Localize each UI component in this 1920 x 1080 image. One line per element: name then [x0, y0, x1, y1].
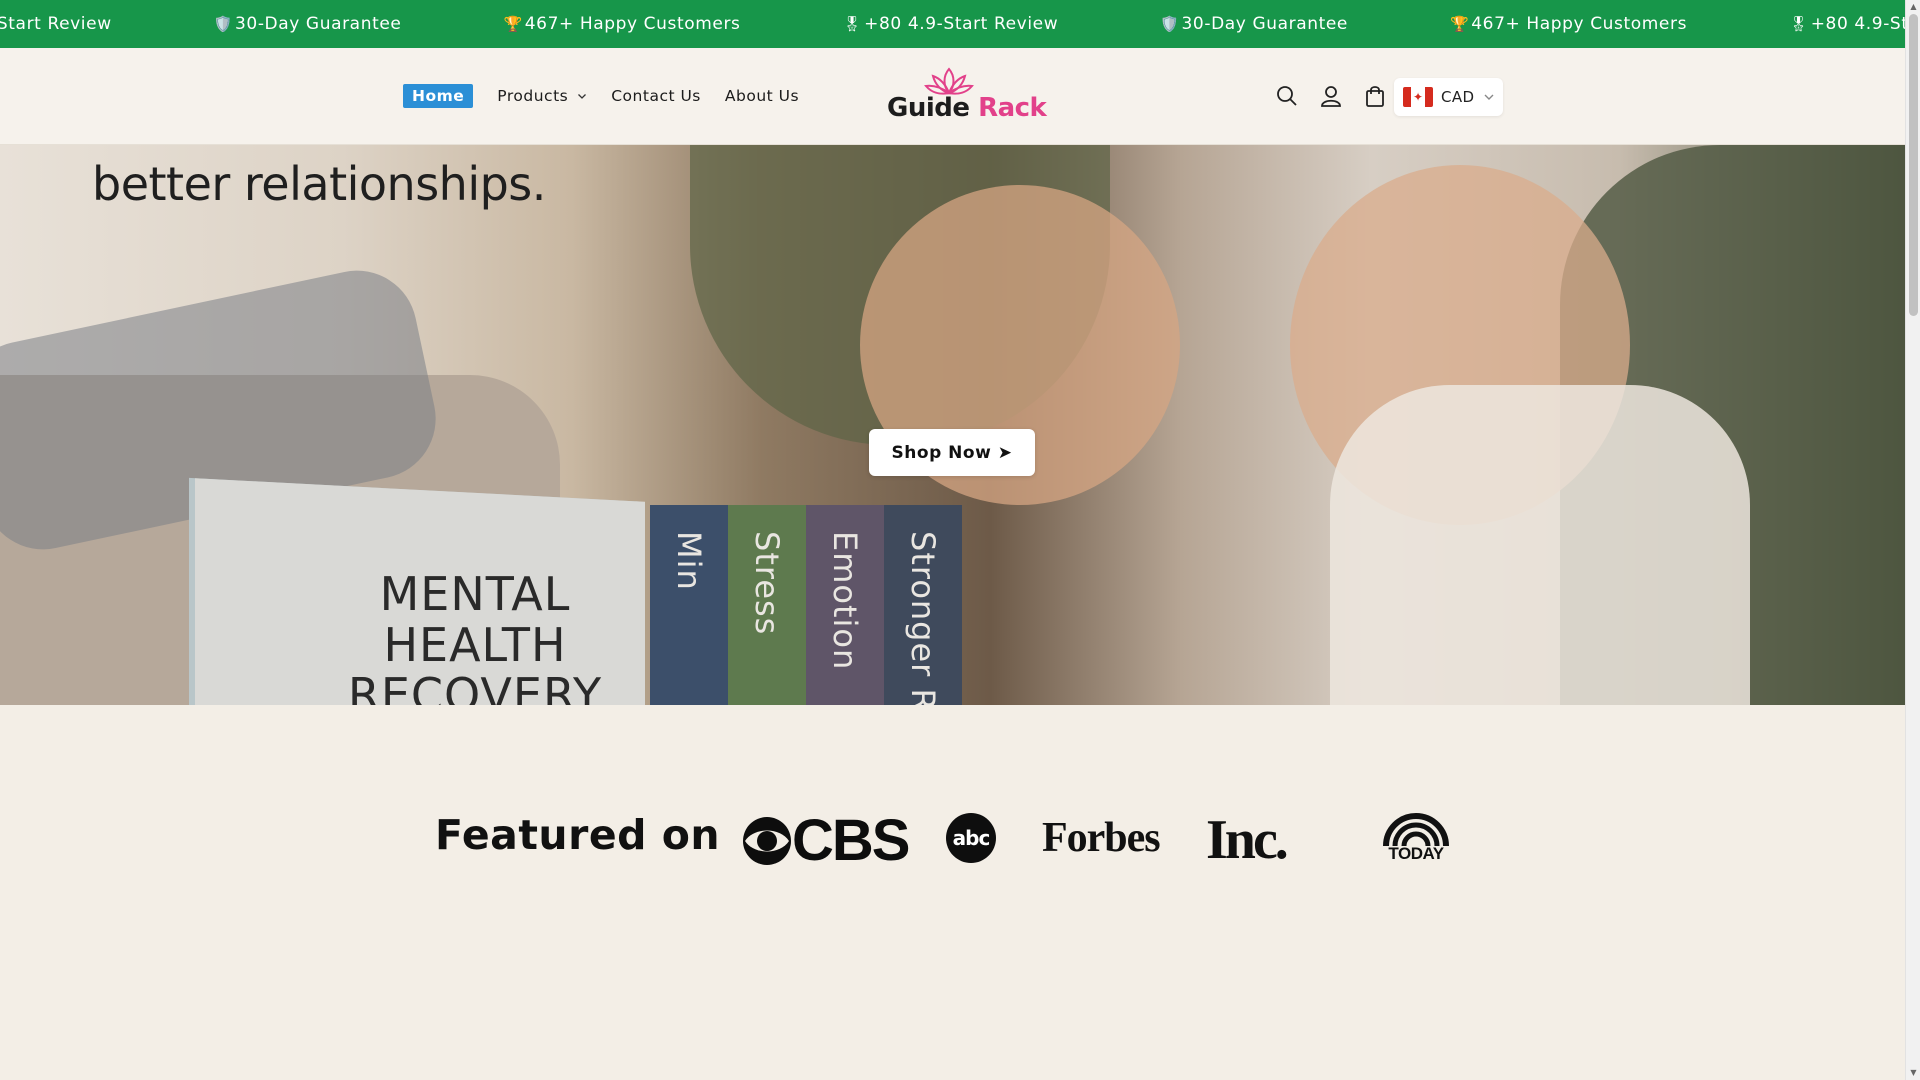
hero-photo-shape	[1330, 385, 1750, 705]
featured-section: Featured on CBS abc Forbes Inc. TODAY	[0, 705, 1905, 1080]
nav-about-link[interactable]: About Us	[725, 87, 799, 105]
hero-headline: better relationships.	[92, 157, 546, 211]
cbs-logo: CBS	[742, 812, 910, 870]
book-spine: Stress	[728, 505, 806, 705]
announcement-item: 🎖+80 4.9-Start Review	[842, 14, 1059, 34]
cbs-eye-icon	[743, 817, 791, 865]
cart-icon[interactable]	[1362, 83, 1388, 109]
page-scrollbar[interactable]: ▲ ▼	[1905, 0, 1920, 1080]
forbes-logo: Forbes	[1042, 815, 1161, 861]
inc-logo: Inc.	[1206, 809, 1289, 871]
hero-banner: better relationships. MENTAL HEALTH RECO…	[0, 145, 1905, 705]
shield-icon: 🛡️	[1160, 15, 1180, 33]
announcement-item: 🎖+80 4.9-Start Review	[0, 14, 112, 34]
account-icon[interactable]	[1318, 83, 1344, 109]
shop-now-button[interactable]: Shop Now ➤	[869, 429, 1035, 476]
nav-home-link[interactable]: Home	[403, 84, 474, 108]
medal-icon: 🎖	[1789, 15, 1809, 33]
main-nav: Home Products Contact Us About Us	[403, 84, 823, 108]
scrollbar-thumb[interactable]	[1909, 14, 1918, 316]
site-header: Home Products Contact Us About Us Guide …	[0, 48, 1905, 145]
logo-wordmark: Guide Rack	[887, 93, 1047, 123]
scroll-up-arrow-icon[interactable]: ▲	[1909, 2, 1918, 11]
medal-icon: 🎖	[842, 15, 863, 33]
announcement-bar: 🎖+80 4.9-Start Review 🛡️30-Day Guarantee…	[0, 0, 1905, 48]
shield-icon: 🛡️	[213, 15, 233, 33]
announcement-item: 🛡️ 30-Day Guarantee	[1160, 14, 1348, 34]
scroll-down-arrow-icon[interactable]: ▼	[1909, 1068, 1918, 1077]
nav-contact-link[interactable]: Contact Us	[611, 87, 701, 105]
nav-products-link[interactable]: Products	[497, 87, 587, 105]
product-box-title: MENTAL HEALTH RECOVERY	[347, 567, 603, 705]
trophy-icon: 🏆	[1449, 15, 1470, 33]
featured-title: Featured on	[435, 811, 721, 859]
book-spine: Min	[650, 505, 728, 705]
announcement-item: 🎖+80 4.9-Start Review	[1789, 14, 1905, 34]
currency-label: CAD	[1441, 88, 1475, 106]
search-icon[interactable]	[1274, 83, 1300, 109]
announcement-item: 🏆 467+ Happy Customers	[503, 14, 741, 34]
nav-products-label: Products	[497, 87, 569, 105]
today-logo: TODAY	[1383, 812, 1449, 862]
chevron-down-icon	[1484, 94, 1493, 100]
announcement-item: 🏆 467+ Happy Customers	[1449, 14, 1688, 34]
abc-logo: abc	[946, 813, 996, 863]
announcement-item: 🛡️ 30-Day Guarantee	[213, 14, 402, 34]
today-sunrise-icon	[1383, 813, 1449, 847]
currency-selector[interactable]: ✦ CAD	[1394, 78, 1503, 116]
chevron-down-icon	[578, 94, 587, 99]
book-spine: Emotion	[806, 505, 884, 705]
book-spine: Stronger R	[884, 505, 962, 705]
site-logo[interactable]: Guide Rack	[884, 66, 1047, 124]
canada-flag-icon: ✦	[1403, 87, 1433, 107]
announcement-track: 🎖+80 4.9-Start Review 🛡️30-Day Guarantee…	[0, 0, 1905, 48]
trophy-icon: 🏆	[503, 15, 523, 33]
